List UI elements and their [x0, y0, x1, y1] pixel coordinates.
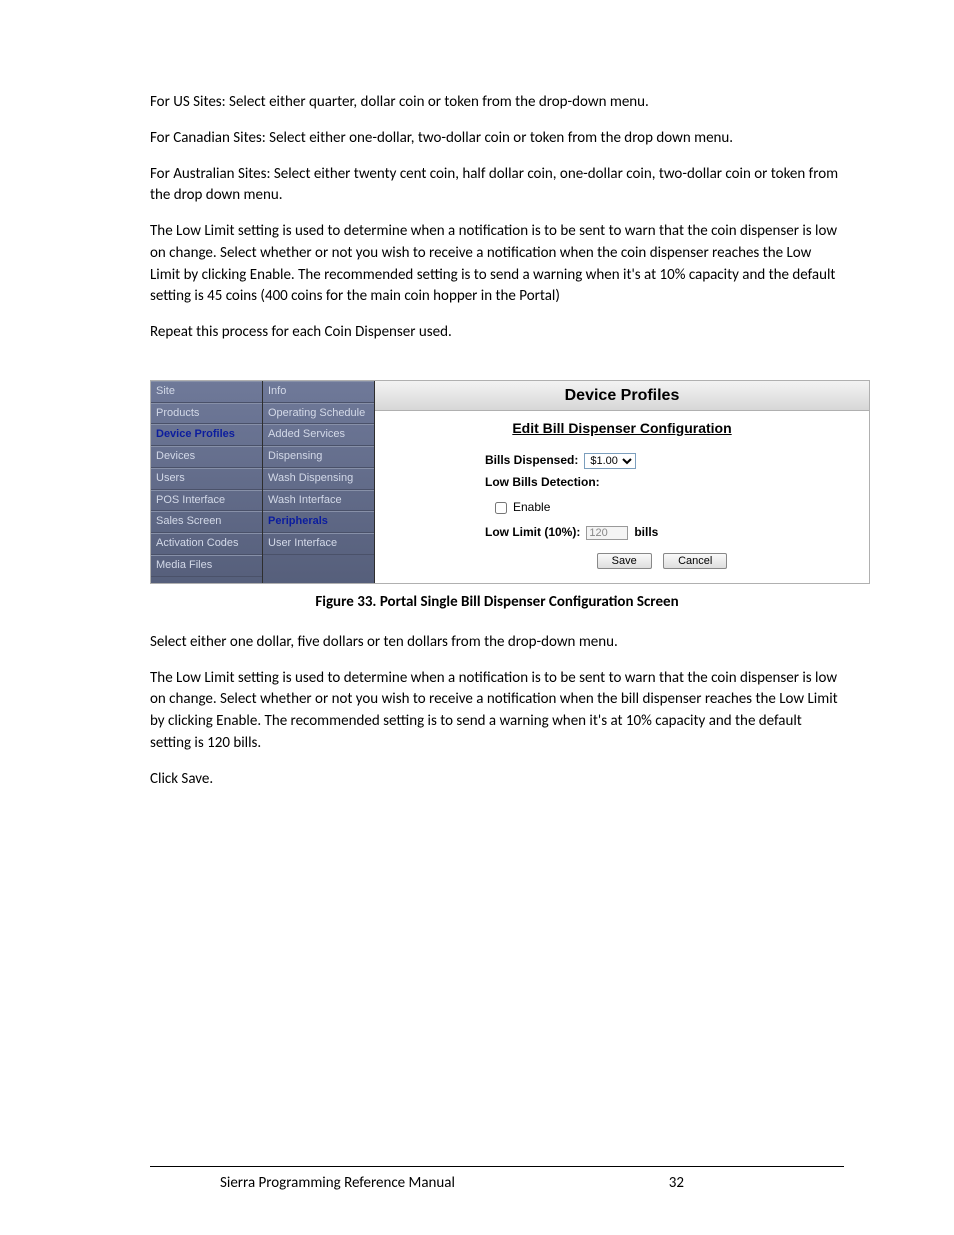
paragraph: For Canadian Sites: Select either one-do…: [150, 128, 844, 150]
paragraph: For Australian Sites: Select either twen…: [150, 164, 844, 208]
nav1-item-users[interactable]: Users: [151, 468, 262, 490]
nav2-item-dispensing[interactable]: Dispensing: [263, 446, 374, 468]
panel-subtitle: Edit Bill Dispenser Configuration: [375, 411, 869, 448]
low-limit-input[interactable]: [586, 526, 628, 540]
paragraph: Repeat this process for each Coin Dispen…: [150, 322, 844, 344]
paragraph: For US Sites: Select either quarter, dol…: [150, 92, 844, 114]
nav-column-2: InfoOperating ScheduleAdded ServicesDisp…: [263, 381, 375, 583]
nav1-item-sales-screen[interactable]: Sales Screen: [151, 511, 262, 533]
enable-label: Enable: [513, 499, 550, 516]
paragraph: The Low Limit setting is used to determi…: [150, 221, 844, 308]
save-button[interactable]: Save: [597, 553, 652, 569]
footer-page-number: 32: [669, 1173, 684, 1195]
nav1-item-media-files[interactable]: Media Files: [151, 555, 262, 577]
enable-checkbox[interactable]: [495, 502, 507, 514]
nav1-item-products[interactable]: Products: [151, 403, 262, 425]
nav1-item-pos-interface[interactable]: POS Interface: [151, 490, 262, 512]
paragraph: The Low Limit setting is used to determi…: [150, 668, 844, 755]
nav2-item-peripherals[interactable]: Peripherals: [263, 511, 374, 533]
figure-caption: Figure 33. Portal Single Bill Dispenser …: [150, 592, 844, 614]
nav1-item-devices[interactable]: Devices: [151, 446, 262, 468]
paragraph: Click Save.: [150, 769, 844, 791]
nav2-item-wash-dispensing[interactable]: Wash Dispensing: [263, 468, 374, 490]
low-bills-detection-label: Low Bills Detection:: [485, 474, 600, 491]
nav1-item-activation-codes[interactable]: Activation Codes: [151, 533, 262, 555]
bills-dispensed-label: Bills Dispensed:: [485, 452, 578, 469]
footer-title: Sierra Programming Reference Manual: [220, 1173, 455, 1195]
main-pane: Device Profiles Edit Bill Dispenser Conf…: [375, 381, 869, 583]
nav2-item-operating-schedule[interactable]: Operating Schedule: [263, 403, 374, 425]
nav2-item-wash-interface[interactable]: Wash Interface: [263, 490, 374, 512]
nav2-item-added-services[interactable]: Added Services: [263, 424, 374, 446]
nav1-item-device-profiles[interactable]: Device Profiles: [151, 424, 262, 446]
nav2-item-user-interface[interactable]: User Interface: [263, 533, 374, 555]
page-footer: Sierra Programming Reference Manual 32: [150, 1166, 844, 1195]
form-area: Bills Dispensed: $1.00 Low Bills Detecti…: [375, 452, 869, 583]
nav-column-1: SiteProductsDevice ProfilesDevicesUsersP…: [151, 381, 263, 583]
nav1-item-site[interactable]: Site: [151, 381, 262, 403]
nav2-item-info[interactable]: Info: [263, 381, 374, 403]
cancel-button[interactable]: Cancel: [663, 553, 727, 569]
bills-dispensed-select[interactable]: $1.00: [584, 453, 636, 469]
panel-title: Device Profiles: [375, 381, 869, 411]
low-limit-unit: bills: [634, 524, 658, 541]
paragraph: Select either one dollar, five dollars o…: [150, 632, 844, 654]
low-limit-label: Low Limit (10%):: [485, 524, 580, 541]
screenshot-figure: SiteProductsDevice ProfilesDevicesUsersP…: [150, 380, 870, 584]
